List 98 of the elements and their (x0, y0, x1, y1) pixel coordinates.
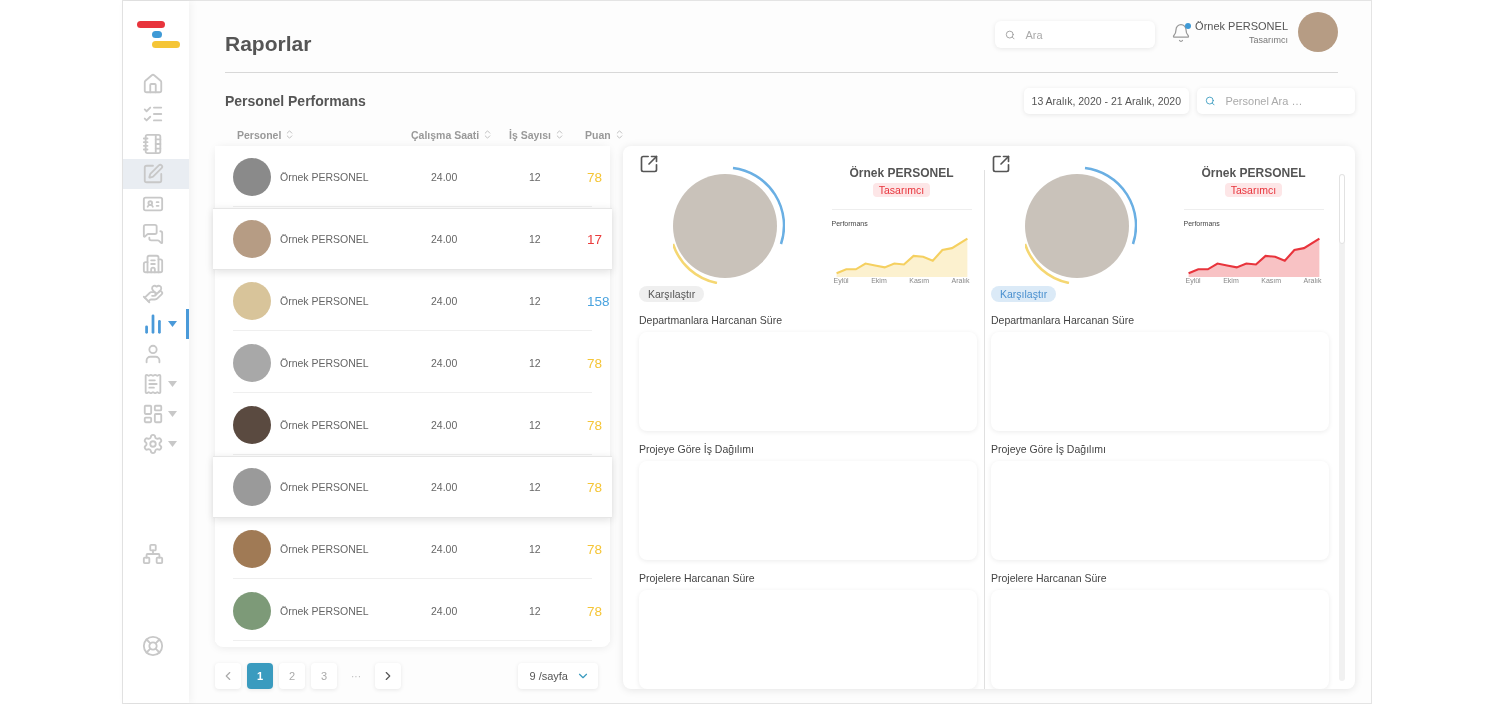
table-cell-text: 24.00 (430, 233, 459, 245)
person-name: Örnek PERSONEL (280, 543, 369, 555)
score: 78 (586, 603, 604, 619)
next-page-button[interactable] (375, 663, 401, 689)
external-link-icon[interactable] (639, 154, 659, 174)
avatar (233, 530, 271, 568)
external-link-icon[interactable] (991, 154, 1011, 174)
person-name: Örnek PERSONEL (280, 481, 369, 493)
table-row[interactable]: Örnek PERSONEL 24.00 12 78 (215, 580, 610, 642)
section-title: Projeye Göre İş Dağılımı (991, 443, 1107, 455)
person-name: Örnek PERSONEL (280, 357, 369, 369)
person-name: Örnek PERSONEL (280, 419, 369, 431)
user-name: Örnek PERSONEL (1195, 20, 1288, 32)
search-icon (1005, 28, 1016, 41)
sidebar-item[interactable] (123, 129, 189, 159)
settings-icon (142, 433, 164, 455)
table-cell-text: 12 (528, 233, 542, 245)
section-title: Departmanlara Harcanan Süre (639, 314, 783, 326)
table-cell-text: 24.00 (430, 481, 459, 493)
caret-icon (168, 381, 177, 387)
table-row[interactable]: Örnek PERSONEL 24.00 12 17 (213, 208, 612, 270)
table-row[interactable]: Örnek PERSONEL 24.00 12 78 (213, 456, 612, 518)
dashboard-icon (142, 403, 164, 425)
search-field[interactable]: Ara (995, 21, 1156, 48)
score: 78 (586, 541, 604, 557)
sidebar-item[interactable] (123, 189, 189, 219)
table-row[interactable]: Örnek PERSONEL 24.00 12 78 (215, 394, 610, 456)
ellipsis: ··· (350, 670, 362, 682)
avatar (233, 406, 271, 444)
previous-page-button[interactable] (215, 663, 241, 689)
table-row[interactable]: Örnek PERSONEL 24.00 12 78 (215, 146, 610, 208)
search-input[interactable]: Ara (1023, 27, 1146, 42)
table-cell-text: 24.00 (430, 171, 459, 183)
avatar (233, 282, 271, 320)
section-title: Personel Performans (225, 93, 367, 109)
section-title: Projelere Harcanan Süre (991, 572, 1108, 584)
person-name: Örnek PERSONEL (280, 295, 369, 307)
score: 158 (586, 293, 610, 309)
score: 78 (586, 169, 604, 185)
role-tag: Tasarımcı (1224, 183, 1283, 197)
score: 78 (586, 355, 604, 371)
table-cell-text: 12 (528, 543, 542, 555)
score: 78 (586, 479, 604, 495)
table-cell-text: 24.00 (430, 295, 459, 307)
role-tag: Tasarımcı (872, 183, 931, 197)
avatar (233, 592, 271, 630)
home-icon (142, 73, 164, 95)
avatar (233, 158, 271, 196)
table-cell-text: 12 (528, 605, 542, 617)
table-cell-text: 24.00 (430, 419, 459, 431)
avatar (233, 220, 271, 258)
receipt-icon (142, 373, 164, 395)
person-name: Örnek PERSONEL (280, 171, 369, 183)
page-title: Raporlar (225, 30, 313, 56)
table-cell-text: 24.00 (430, 605, 459, 617)
edit-icon (142, 163, 164, 185)
buildings-icon (142, 253, 164, 275)
date-range-picker[interactable]: 13 Aralık, 2020 - 21 Aralık, 2020 (1023, 88, 1189, 114)
bell-icon[interactable] (1171, 22, 1192, 43)
section-title: Departmanlara Harcanan Süre (991, 314, 1135, 326)
score: 17 (586, 231, 604, 247)
table-cell-text: 12 (528, 357, 542, 369)
network-icon (142, 543, 164, 565)
table-row[interactable]: Örnek PERSONEL 24.00 12 78 (215, 332, 610, 394)
table-cell-text: 12 (528, 171, 542, 183)
page-size-select[interactable]: 9 /sayfa (518, 663, 598, 689)
person-name: Örnek PERSONEL (849, 166, 954, 180)
hands-icon (142, 283, 164, 305)
person-name: Örnek PERSONEL (280, 233, 369, 245)
table-cell-text: 12 (528, 481, 542, 493)
person-name: Örnek PERSONEL (1201, 166, 1306, 180)
person-search-field[interactable]: Personel Ara … (1197, 88, 1355, 114)
table-cell-text: 24.00 (430, 357, 459, 369)
person-search-input[interactable]: Personel Ara … (1223, 94, 1347, 108)
notebook-icon (142, 133, 164, 155)
table-row[interactable]: Örnek PERSONEL 24.00 12 158 (215, 270, 610, 332)
avatar (233, 468, 271, 506)
caret-icon (168, 441, 177, 447)
person-name: Örnek PERSONEL (280, 605, 369, 617)
user-role: Tasarımcı (1249, 35, 1288, 45)
avatar[interactable] (1298, 11, 1338, 52)
table-cell-text: 12 (528, 419, 542, 431)
search-icon (1205, 95, 1216, 107)
avatar (233, 344, 271, 382)
caret-icon (168, 321, 177, 327)
bar-chart-icon (142, 313, 164, 335)
table-row[interactable]: Örnek PERSONEL 24.00 12 78 (215, 518, 610, 580)
score: 78 (586, 417, 604, 433)
sidebar-item[interactable] (123, 159, 189, 189)
compare-button[interactable]: Karşılaştır (639, 286, 705, 302)
caret-icon (168, 411, 177, 417)
scrollbar[interactable] (1339, 174, 1345, 681)
lifebuoy-icon (142, 635, 164, 657)
section-title: Projelere Harcanan Süre (639, 572, 756, 584)
section-title: Projeye Göre İş Dağılımı (639, 443, 755, 455)
chat-icon (142, 223, 164, 245)
table-cell-text: 12 (528, 295, 542, 307)
table-cell-text: 24.00 (430, 543, 459, 555)
